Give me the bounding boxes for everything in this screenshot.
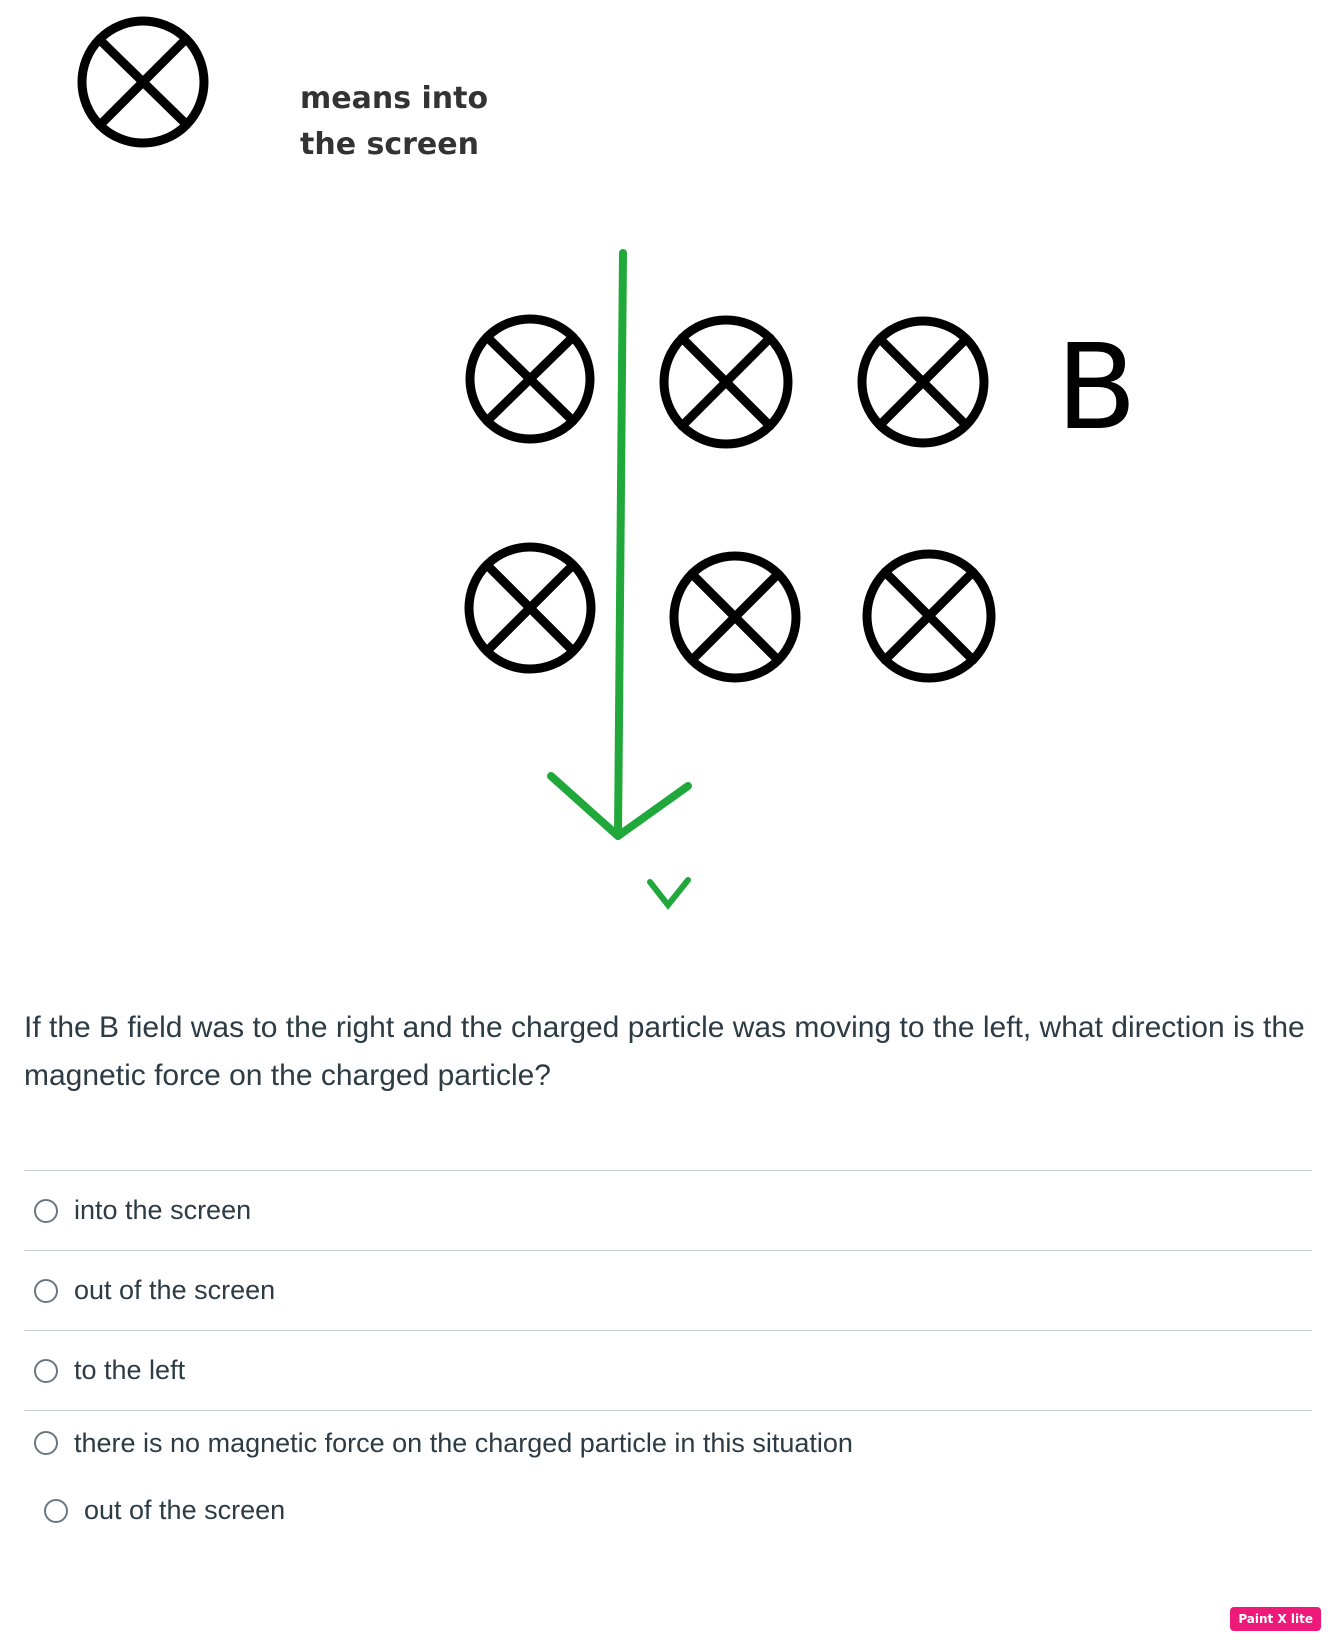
field-into-screen-icon bbox=[669, 551, 801, 683]
radio-button[interactable] bbox=[44, 1498, 68, 1523]
radio-button[interactable] bbox=[34, 1358, 58, 1383]
answer-option[interactable]: to the left bbox=[24, 1330, 1312, 1410]
field-into-screen-icon bbox=[862, 549, 996, 683]
question-text: If the B field was to the right and the … bbox=[24, 1011, 1305, 1092]
answer-label: out of the screen bbox=[84, 1495, 286, 1525]
answer-label: into the screen bbox=[74, 1195, 252, 1225]
radio-button[interactable] bbox=[34, 1431, 58, 1455]
extra-answer-option[interactable]: out of the screen bbox=[44, 1495, 285, 1526]
watermark-badge: Paint X lite bbox=[1230, 1607, 1321, 1631]
radio-button[interactable] bbox=[34, 1278, 58, 1303]
magnetic-field-diagram: B bbox=[77, 16, 1137, 910]
answer-option[interactable]: there is no magnetic force on the charge… bbox=[24, 1410, 1312, 1475]
velocity-label bbox=[647, 877, 691, 910]
answer-option[interactable]: into the screen bbox=[24, 1170, 1312, 1250]
radio-button[interactable] bbox=[34, 1198, 58, 1223]
answer-label: there is no magnetic force on the charge… bbox=[74, 1427, 853, 1458]
answer-label: to the left bbox=[74, 1355, 186, 1385]
field-into-screen-icon bbox=[465, 314, 595, 444]
field-into-screen-icon bbox=[857, 316, 989, 448]
field-into-screen-icon bbox=[659, 315, 793, 449]
legend-text: means into the screen bbox=[300, 81, 489, 162]
legend-into-screen-symbol bbox=[77, 16, 209, 148]
answer-list: into the screen out of the screen to the… bbox=[24, 1170, 1312, 1475]
field-into-screen-icon bbox=[464, 542, 596, 674]
field-label: B bbox=[1056, 318, 1137, 456]
answer-label: out of the screen bbox=[74, 1275, 276, 1305]
answer-option[interactable]: out of the screen bbox=[24, 1250, 1312, 1330]
